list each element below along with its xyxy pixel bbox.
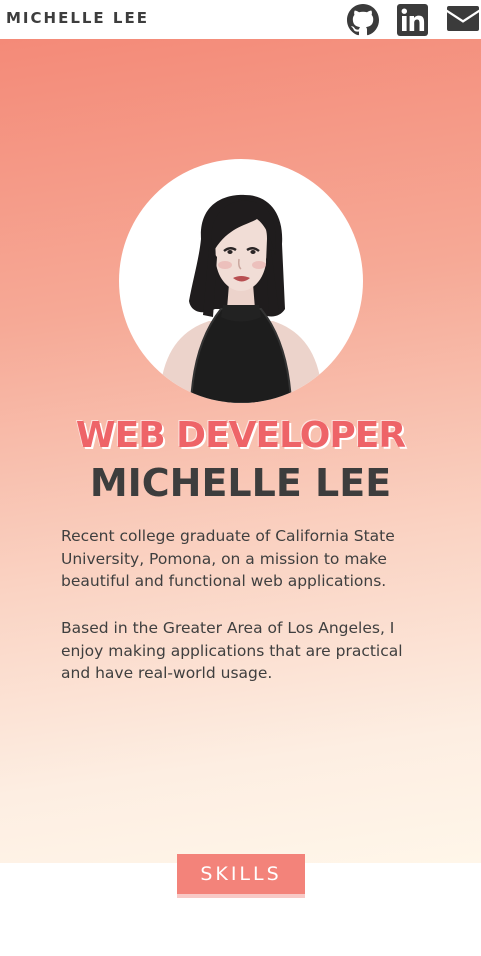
mail-icon[interactable]	[447, 6, 479, 31]
name-heading: MICHELLE LEE	[89, 461, 392, 505]
bio-paragraph-education: Recent college graduate of California St…	[61, 527, 395, 590]
hero-section: WEB DEVELOPER MICHELLE LEE Recent colleg…	[0, 39, 481, 863]
site-brand[interactable]: MICHELLE LEE	[6, 9, 149, 27]
role-title: WEB DEVELOPER	[75, 415, 406, 456]
top-nav-bar: MICHELLE LEE	[0, 0, 481, 39]
linkedin-icon[interactable]	[397, 4, 428, 36]
avatar	[119, 159, 363, 403]
bio-paragraph-location: Based in the Greater Area of Los Angeles…	[61, 619, 403, 682]
avatar-illustration	[159, 194, 323, 403]
skills-tab-button[interactable]: SKILLS	[177, 854, 305, 898]
github-icon[interactable]	[347, 4, 379, 36]
